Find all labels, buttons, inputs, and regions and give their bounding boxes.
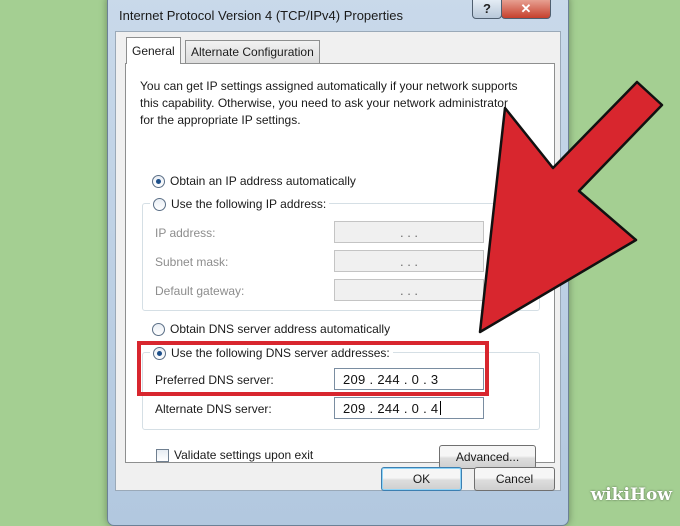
validate-settings-label: Validate settings upon exit bbox=[174, 448, 314, 462]
obtain-dns-auto-radio[interactable] bbox=[152, 322, 165, 336]
advanced-button[interactable]: Advanced... bbox=[439, 445, 536, 469]
preferred-dns-input[interactable]: 209 . 244 . 0 . 3 bbox=[334, 368, 484, 390]
ok-button[interactable]: OK bbox=[381, 467, 462, 491]
close-button[interactable]: ✕ bbox=[501, 0, 551, 19]
default-gateway-label: Default gateway: bbox=[155, 284, 245, 298]
cancel-button[interactable]: Cancel bbox=[474, 467, 555, 491]
help-button[interactable]: ? bbox=[472, 0, 502, 19]
obtain-ip-auto-option[interactable]: Obtain an IP address automatically bbox=[152, 174, 356, 188]
window-title: Internet Protocol Version 4 (TCP/IPv4) P… bbox=[119, 8, 403, 23]
ip-address-input: . . . bbox=[334, 221, 484, 243]
tab-alternate-configuration[interactable]: Alternate Configuration bbox=[185, 40, 320, 63]
alternate-dns-label: Alternate DNS server: bbox=[155, 402, 272, 416]
use-following-dns-radio[interactable] bbox=[153, 346, 166, 360]
alternate-dns-value: 209 . 244 . 0 . 4 bbox=[343, 400, 439, 416]
validate-settings-option[interactable]: Validate settings upon exit bbox=[156, 448, 313, 462]
validate-settings-checkbox[interactable] bbox=[156, 448, 169, 462]
alternate-dns-input[interactable]: 209 . 244 . 0 . 4 bbox=[334, 397, 484, 419]
tab-general[interactable]: General bbox=[126, 37, 181, 64]
description-text: You can get IP settings assigned automat… bbox=[140, 79, 518, 127]
ipv4-properties-dialog: Internet Protocol Version 4 (TCP/IPv4) P… bbox=[107, 0, 569, 526]
use-following-ip-label: Use the following IP address: bbox=[171, 197, 327, 211]
preferred-dns-value: 209 . 244 . 0 . 3 bbox=[343, 371, 439, 387]
text-cursor bbox=[440, 401, 442, 415]
dialog-client-area: General Alternate Configuration You can … bbox=[115, 31, 561, 491]
wikihow-watermark: wikiHow bbox=[590, 485, 672, 505]
obtain-ip-auto-radio[interactable] bbox=[152, 174, 165, 188]
use-following-dns-option[interactable]: Use the following DNS server addresses: bbox=[150, 346, 393, 360]
subnet-mask-input: . . . bbox=[334, 250, 484, 272]
general-tab-panel: You can get IP settings assigned automat… bbox=[125, 63, 555, 469]
ip-address-label: IP address: bbox=[155, 226, 216, 240]
obtain-dns-auto-label: Obtain DNS server address automatically bbox=[170, 322, 391, 336]
use-following-ip-radio[interactable] bbox=[153, 197, 166, 211]
obtain-dns-auto-option[interactable]: Obtain DNS server address automatically bbox=[152, 322, 390, 336]
preferred-dns-label: Preferred DNS server: bbox=[155, 373, 274, 387]
obtain-ip-auto-label: Obtain an IP address automatically bbox=[170, 174, 356, 188]
default-gateway-input: . . . bbox=[334, 279, 484, 301]
subnet-mask-label: Subnet mask: bbox=[155, 255, 229, 269]
use-following-ip-option[interactable]: Use the following IP address: bbox=[150, 197, 330, 211]
use-following-dns-label: Use the following DNS server addresses: bbox=[171, 346, 390, 360]
